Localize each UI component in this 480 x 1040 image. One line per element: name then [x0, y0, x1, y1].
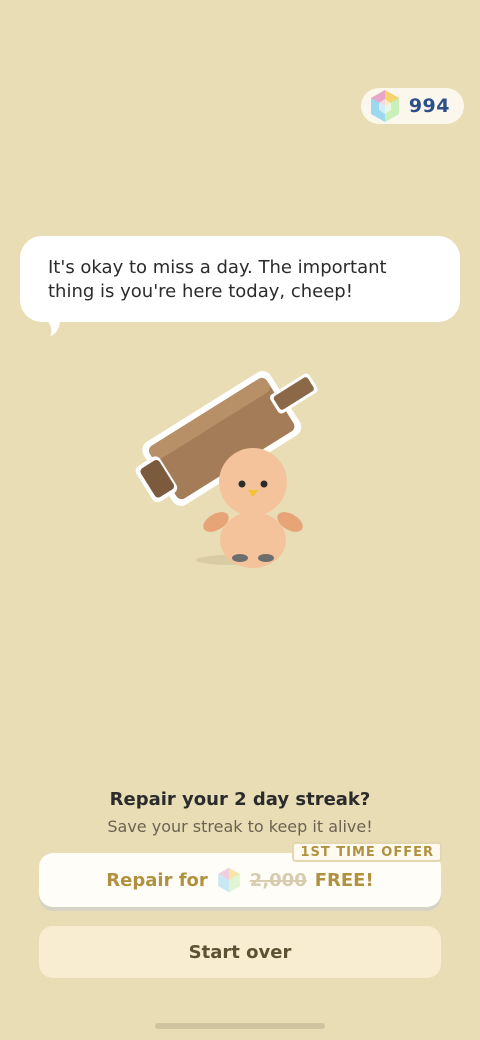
home-indicator[interactable]	[155, 1023, 325, 1029]
gem-count: 994	[408, 95, 450, 117]
speech-line-2: thing is you're here today, cheep!	[48, 281, 353, 302]
first-time-offer-badge: 1ST TIME OFFER	[292, 842, 442, 862]
streak-repair-screen: 994 It's okay to miss a day. The importa…	[0, 0, 480, 1040]
gem-icon	[370, 90, 399, 122]
gem-counter[interactable]: 994	[360, 88, 464, 124]
streak-title: Repair your 2 day streak?	[109, 789, 371, 810]
streak-subtitle: Save your streak to keep it alive!	[107, 817, 373, 836]
speech-bubble: It's okay to miss a day. The important t…	[20, 236, 460, 322]
old-price: 2,000	[249, 869, 307, 891]
start-over-button[interactable]: Start over	[39, 926, 441, 978]
repair-prefix-label: Repair for	[106, 869, 208, 891]
gem-icon	[218, 867, 240, 893]
new-price: FREE!	[314, 869, 374, 891]
chick-with-hammer-illustration	[135, 371, 318, 568]
speech-bubble-tail	[38, 312, 64, 336]
speech-line-1: It's okay to miss a day. The important	[48, 257, 387, 278]
